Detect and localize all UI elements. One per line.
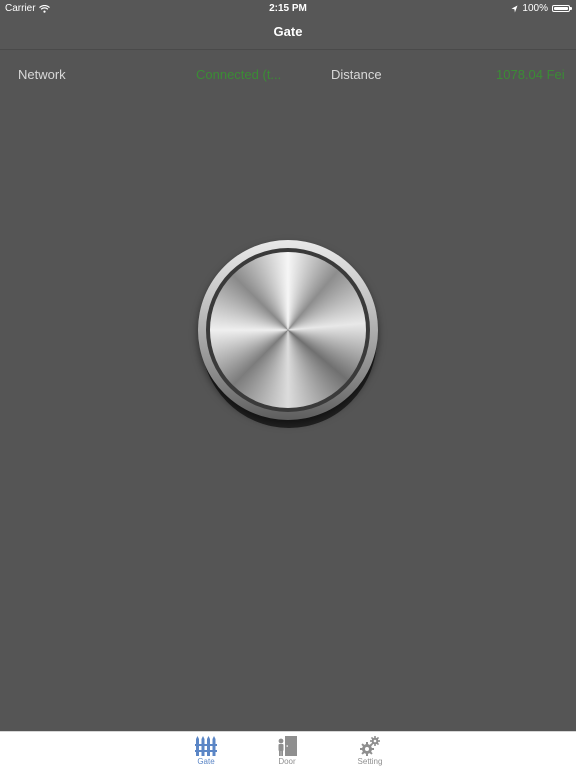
info-row: Network Connected (t... Distance 1078.04… bbox=[0, 67, 576, 85]
distance-value: 1078.04 Fei bbox=[496, 67, 565, 82]
tab-bar: Gate Door Setting bbox=[0, 731, 576, 769]
tab-door[interactable]: Door bbox=[257, 732, 317, 769]
tab-gate-label: Gate bbox=[197, 757, 215, 766]
network-label: Network bbox=[18, 67, 66, 82]
tab-setting-label: Setting bbox=[357, 757, 383, 766]
distance-label: Distance bbox=[331, 67, 382, 82]
tab-gate[interactable]: Gate bbox=[176, 732, 236, 769]
tab-setting[interactable]: Setting bbox=[340, 732, 400, 769]
gears-icon bbox=[360, 736, 380, 756]
door-icon bbox=[278, 736, 297, 756]
status-time: 2:15 PM bbox=[269, 3, 307, 14]
battery-percent: 100% bbox=[522, 3, 548, 14]
tab-door-label: Door bbox=[278, 757, 296, 766]
navigation-bar: Gate bbox=[0, 16, 576, 50]
button-face bbox=[210, 252, 366, 408]
gate-icon bbox=[195, 736, 217, 756]
battery-icon bbox=[552, 5, 572, 12]
location-arrow-icon bbox=[511, 5, 518, 12]
status-right: 100% bbox=[511, 3, 572, 14]
page-title: Gate bbox=[273, 24, 303, 39]
network-status-value: Connected (t... bbox=[196, 67, 282, 82]
gate-open-button[interactable] bbox=[198, 240, 380, 430]
status-bar: Carrier 2:15 PM 100% bbox=[0, 0, 576, 16]
